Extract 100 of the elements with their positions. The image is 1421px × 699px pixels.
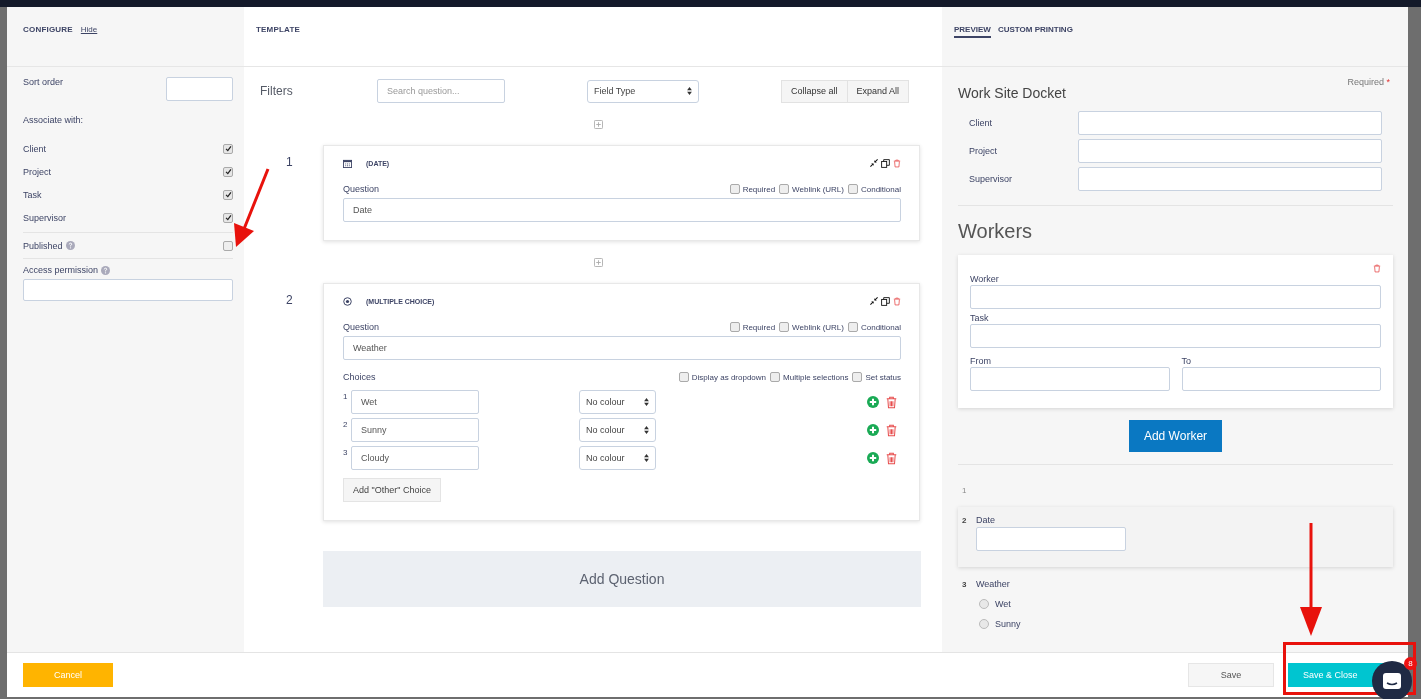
checkbox[interactable] [223,143,233,154]
choice-number: 1 [343,391,349,401]
radio-button[interactable] [979,619,989,629]
checkbox-label: Supervisor [23,212,67,223]
text-input[interactable] [1078,111,1382,135]
help-icon[interactable] [65,241,75,250]
choice-number: 3 [343,447,349,457]
calendar-icon [343,158,352,168]
field-type-select[interactable]: Field Type [587,79,699,103]
search-field[interactable]: Search question... [377,79,505,103]
text-input[interactable] [1078,167,1382,191]
question-input[interactable]: Weather [343,336,901,360]
collapse-icon[interactable] [870,297,878,305]
add-square-icon[interactable] [593,119,603,129]
section-label: Associate with: [23,115,85,125]
checkbox-label: Client [23,143,46,154]
checkbox[interactable] [223,189,233,200]
checkbox[interactable] [223,212,233,223]
checkbox[interactable] [847,322,858,332]
field-label: Task [970,313,990,323]
checkbox[interactable] [852,372,863,382]
text-input[interactable] [1181,367,1381,391]
add-worker-button[interactable]: Add Worker [1129,420,1222,452]
question-number: 2 [286,292,294,309]
updown-caret-icon [644,426,649,434]
updown-caret-icon [644,454,649,462]
checkbox[interactable] [223,240,233,251]
field-label: Date [976,515,995,525]
toolbar-button[interactable]: Collapse all [781,79,848,103]
panel-tab[interactable]: CUSTOM PRINTING [997,25,1073,38]
choice-number: 2 [343,419,349,429]
field-label: Question [343,184,380,194]
checkbox[interactable] [729,322,740,332]
checkbox-label: Display as dropdown [691,372,767,382]
choice-input[interactable]: Sunny [351,418,479,442]
choice-input[interactable]: Wet [351,390,479,414]
checkbox-label: Conditional [860,184,901,194]
add-other-choice-button[interactable]: Add "Other" Choice [343,478,441,502]
checkbox-label: Required [742,322,776,332]
radio-label: Wet [995,599,1011,609]
chat-bubble-icon [1382,672,1402,690]
colour-select[interactable]: No colour [579,418,656,442]
delete-icon[interactable] [1373,264,1381,273]
checkbox[interactable] [678,372,689,382]
checkbox[interactable] [729,184,740,194]
field-label: Client [969,118,993,128]
text-input[interactable] [970,324,1381,348]
field-label: Access permission [23,265,99,275]
choice-input[interactable]: Cloudy [351,446,479,470]
question-input[interactable]: Date [343,198,901,222]
delete-icon[interactable] [886,451,897,465]
field-label: From [970,356,992,366]
copy-icon[interactable] [881,158,890,168]
collapse-icon[interactable] [870,159,878,167]
checkbox-label: Multiple selections [783,372,849,382]
field-label: To [1181,356,1192,366]
checkbox[interactable] [847,184,858,194]
field-label: Sort order [23,77,64,87]
checkbox[interactable] [770,372,781,382]
date-input[interactable] [976,527,1126,551]
text-input[interactable] [970,367,1170,391]
help-icon[interactable] [101,265,111,275]
filters-label: Filters [260,84,294,98]
required-note: Required * [1347,77,1390,87]
add-circle-icon[interactable] [867,424,879,436]
colour-select[interactable]: No colour [579,446,656,470]
access-permission-input[interactable] [23,279,233,301]
save-button[interactable]: Save [1188,663,1274,687]
copy-icon[interactable] [881,296,890,306]
add-square-icon[interactable] [593,257,603,267]
delete-icon[interactable] [886,423,897,437]
field-label: Choices [343,372,376,382]
checkbox-label: Project [23,166,51,177]
delete-icon[interactable] [886,395,897,409]
text-input[interactable] [1078,139,1382,163]
item-number: 2 [962,515,968,525]
checkbox[interactable] [223,166,233,177]
hide-link[interactable]: Hide [80,25,98,34]
text-input[interactable] [970,285,1381,309]
add-circle-icon[interactable] [867,396,879,408]
toolbar-button[interactable]: Expand All [847,79,910,103]
checkbox-label: Weblink (URL) [792,184,844,194]
add-circle-icon[interactable] [867,452,879,464]
radio-button[interactable] [979,599,989,609]
checkbox[interactable] [779,322,790,332]
add-question-button[interactable]: Add Question [323,551,921,607]
panel-title: CONFIGURE [23,25,73,34]
checkbox-label: Published [23,240,63,251]
sort-order-input[interactable] [166,77,233,101]
panel-tab[interactable]: PREVIEW [954,25,991,38]
checkbox-label: Set status [865,372,901,382]
checkbox-label: Weblink (URL) [792,322,844,332]
colour-select[interactable]: No colour [579,390,656,414]
field-label: Worker [970,274,1000,284]
checkbox[interactable] [779,184,790,194]
checkbox-label: Required [742,184,776,194]
updown-caret-icon [644,398,649,406]
radio-label: Sunny [995,619,1021,629]
updown-caret-icon [687,87,692,95]
checkbox-label: Task [23,189,42,200]
